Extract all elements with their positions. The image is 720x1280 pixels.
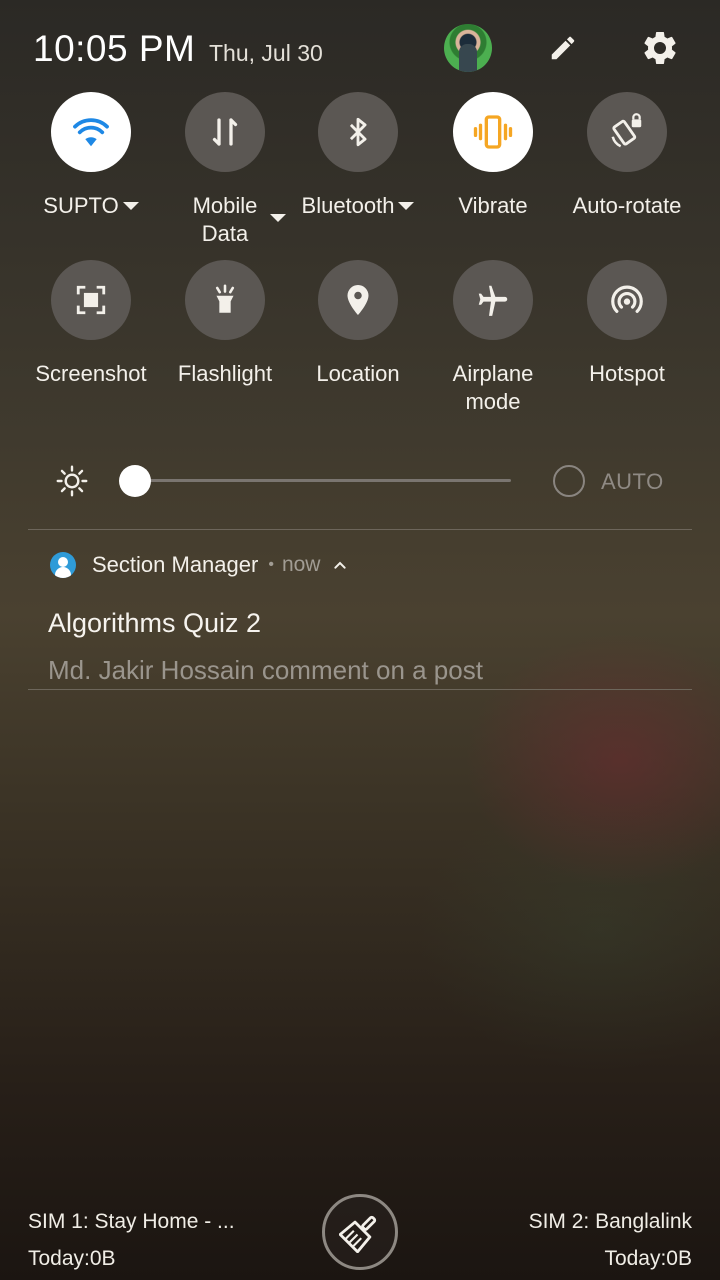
sim2-data-usage: Today:0B xyxy=(604,1247,692,1270)
notification-header[interactable]: Section Manager • now xyxy=(50,550,348,580)
broom-icon xyxy=(339,1215,377,1253)
sim1-name: SIM 1: Stay Home - ... xyxy=(28,1210,235,1233)
tile-screenshot[interactable]: Screenshot xyxy=(24,260,158,388)
divider xyxy=(28,689,692,690)
wifi-label[interactable]: SUPTO xyxy=(24,192,158,220)
auto-rotate-toggle[interactable] xyxy=(587,92,667,172)
tile-mobile-data[interactable]: Mobile Data xyxy=(158,92,292,248)
auto-brightness-checkbox[interactable] xyxy=(553,465,585,497)
hotspot-icon xyxy=(611,285,643,313)
separator-dot: • xyxy=(268,556,274,573)
tile-location[interactable]: Location xyxy=(291,260,425,388)
location-toggle[interactable] xyxy=(318,260,398,340)
auto-rotate-label[interactable]: Auto-rotate xyxy=(560,192,694,220)
bluetooth-icon xyxy=(349,117,367,147)
sim2-name: SIM 2: Banglalink xyxy=(528,1210,692,1233)
chevron-up-icon[interactable] xyxy=(332,557,348,573)
vibrate-icon xyxy=(473,115,513,149)
hotspot-label[interactable]: Hotspot xyxy=(560,360,694,388)
auto-rotate-icon xyxy=(611,113,642,148)
divider xyxy=(28,529,692,530)
brightness-control: AUTO xyxy=(0,455,720,505)
app-icon xyxy=(50,552,76,578)
flashlight-label[interactable]: Flashlight xyxy=(158,360,292,388)
tile-flashlight[interactable]: Flashlight xyxy=(158,260,292,388)
bluetooth-label[interactable]: Bluetooth xyxy=(291,192,425,220)
clock-time[interactable]: 10:05 PM xyxy=(33,28,195,70)
tile-auto-rotate[interactable]: Auto-rotate xyxy=(560,92,694,220)
notification-title[interactable]: Algorithms Quiz 2 xyxy=(48,608,261,639)
mobile-data-icon xyxy=(212,118,238,146)
screenshot-label[interactable]: Screenshot xyxy=(24,360,158,388)
notification-time: now xyxy=(281,553,321,576)
vibrate-toggle[interactable] xyxy=(453,92,533,172)
sim-footer: SIM 1: Stay Home - ... Today:0B SIM 2: B… xyxy=(0,1190,720,1280)
wifi-toggle[interactable] xyxy=(51,92,131,172)
tile-hotspot[interactable]: Hotspot xyxy=(560,260,694,388)
tile-vibrate[interactable]: Vibrate xyxy=(426,92,560,220)
settings-icon[interactable] xyxy=(640,28,680,68)
chevron-down-icon[interactable] xyxy=(270,214,286,222)
airplane-toggle[interactable] xyxy=(453,260,533,340)
brightness-slider-track[interactable] xyxy=(135,479,511,482)
auto-brightness-label[interactable]: AUTO xyxy=(601,469,664,495)
clock-date[interactable]: Thu, Jul 30 xyxy=(209,40,323,67)
chevron-down-icon[interactable] xyxy=(122,202,139,210)
flashlight-toggle[interactable] xyxy=(185,260,265,340)
clear-all-button[interactable] xyxy=(322,1194,398,1270)
avatar[interactable] xyxy=(444,24,492,72)
edit-icon[interactable] xyxy=(543,28,583,68)
flashlight-icon xyxy=(215,284,235,313)
bluetooth-toggle[interactable] xyxy=(318,92,398,172)
brightness-slider-thumb[interactable] xyxy=(119,465,151,497)
notification-text[interactable]: Md. Jakir Hossain comment on a post xyxy=(48,655,483,686)
tile-bluetooth[interactable]: Bluetooth xyxy=(291,92,425,220)
location-icon xyxy=(347,285,369,315)
screenshot-toggle[interactable] xyxy=(51,260,131,340)
location-label[interactable]: Location xyxy=(291,360,425,388)
airplane-label[interactable]: Airplane mode xyxy=(426,360,560,416)
wifi-icon xyxy=(73,118,109,147)
hotspot-toggle[interactable] xyxy=(587,260,667,340)
mobile-data-toggle[interactable] xyxy=(185,92,265,172)
brightness-icon xyxy=(56,465,88,497)
tile-wifi[interactable]: SUPTO xyxy=(24,92,158,220)
vibrate-label[interactable]: Vibrate xyxy=(426,192,560,220)
notification-app-name: Section Manager xyxy=(92,552,259,577)
tile-airplane[interactable]: Airplane mode xyxy=(426,260,560,416)
status-header: 10:05 PM Thu, Jul 30 xyxy=(0,0,720,90)
airplane-icon xyxy=(478,285,508,316)
sim1-data-usage: Today:0B xyxy=(28,1247,116,1270)
chevron-down-icon[interactable] xyxy=(398,202,415,210)
screenshot-icon xyxy=(76,285,106,315)
